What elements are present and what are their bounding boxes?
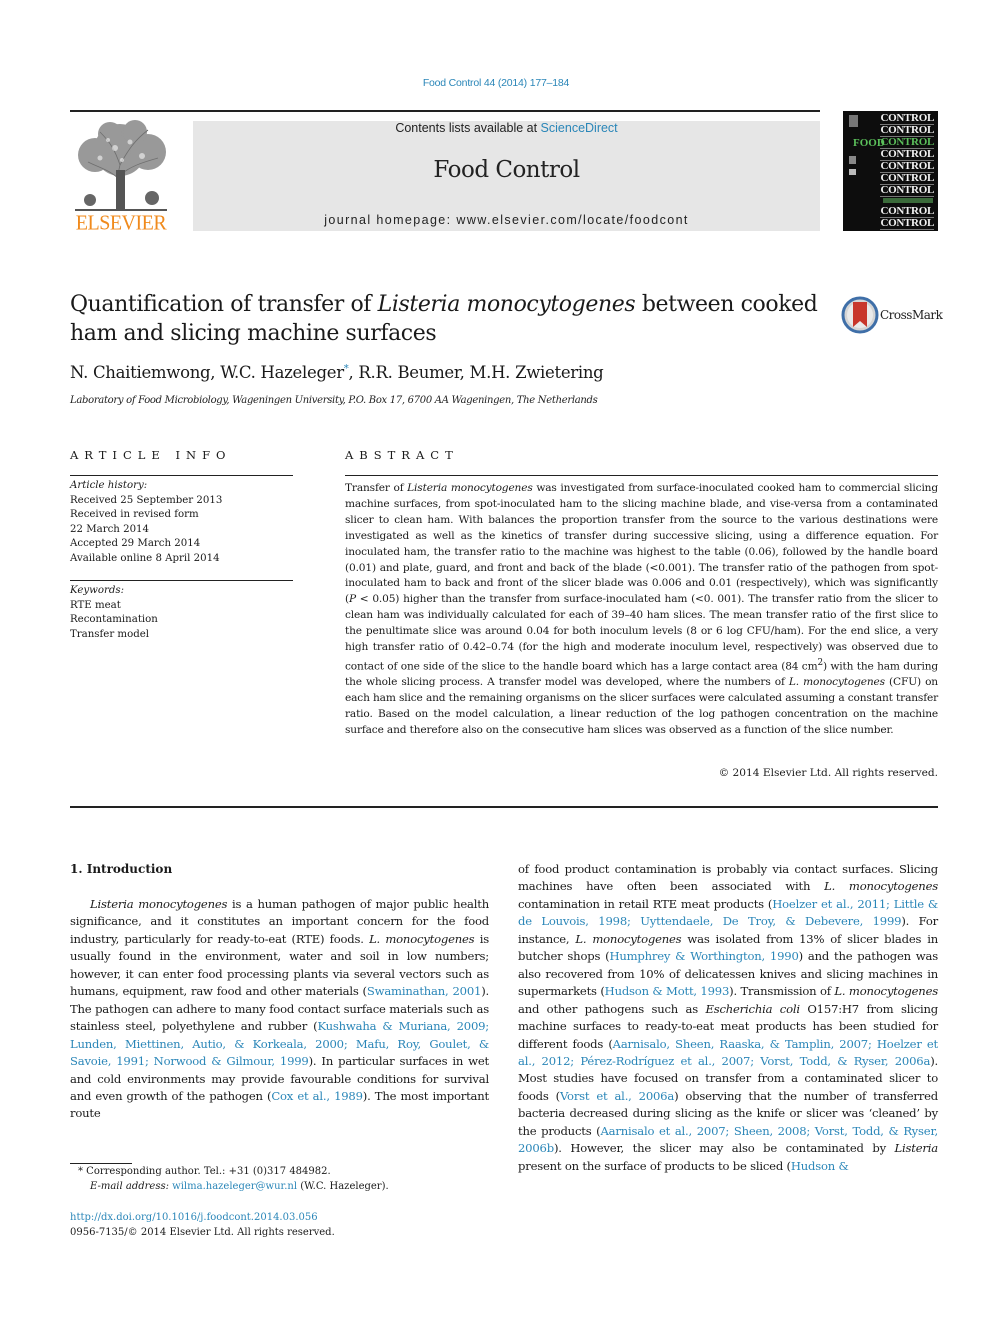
body-column-right: of food product contamination is probabl…	[518, 861, 938, 1175]
header-rule	[70, 110, 820, 112]
abstract-rule	[345, 475, 938, 476]
journal-name: Food Control	[433, 157, 580, 183]
journal-homepage: journal homepage: www.elsevier.com/locat…	[324, 213, 689, 227]
section-heading-introduction: 1. Introduction	[70, 862, 173, 876]
reference-link[interactable]: Hudson &	[791, 1159, 849, 1173]
reference-link[interactable]: Hudson & Mott, 1993	[605, 984, 730, 998]
species-name: L. monocytogenes	[575, 931, 682, 946]
reference-link[interactable]: Cox et al., 1989	[271, 1089, 363, 1103]
keyword: RTE meat	[70, 599, 121, 611]
reference-link[interactable]: Humphrey & Worthington, 1990	[609, 949, 798, 963]
footnote-text: Corresponding author. Tel.: +31 (0)317 4…	[83, 1166, 331, 1177]
title-italic: Listeria monocytogenes	[377, 292, 636, 317]
abstract-italic: P	[348, 593, 356, 606]
elsevier-wordmark: ELSEVIER	[75, 211, 167, 235]
body-text: present on the surface of products to be…	[518, 1158, 791, 1173]
reference-link[interactable]: Swaminathan, 2001	[367, 984, 482, 998]
abstract-body: Transfer of Listeria monocytogenes was i…	[345, 481, 938, 739]
sciencedirect-link[interactable]: ScienceDirect	[541, 121, 618, 135]
body-text-right: of food product contamination is probabl…	[518, 862, 938, 1173]
article-history: Article history: Received 25 September 2…	[70, 479, 222, 566]
contents-line: Contents lists available at ScienceDirec…	[193, 121, 820, 135]
cover-word: CONTROL	[880, 184, 934, 197]
doi-link[interactable]: http://dx.doi.org/10.1016/j.foodcont.201…	[70, 1212, 318, 1223]
keywords: Keywords: RTE meat Recontamination Trans…	[70, 584, 158, 642]
body-text: and other pathogens such as	[518, 1001, 706, 1016]
body-text: ). Transmission of	[729, 984, 835, 999]
keywords-label: Keywords:	[70, 585, 125, 596]
author-names: N. Chaitiemwong, W.C. Hazeleger	[70, 363, 344, 382]
cover-logo-icon	[849, 115, 858, 127]
corresponding-author-footnote: * Corresponding author. Tel.: +31 (0)317…	[78, 1166, 331, 1177]
species-name: Listeria monocytogenes	[90, 897, 228, 911]
journal-masthead: Contents lists available at ScienceDirec…	[193, 121, 820, 231]
contents-prefix: Contents lists available at	[395, 121, 541, 135]
issn-line: 0956-7135/© 2014 Elsevier Ltd. All right…	[70, 1227, 335, 1238]
body-text: contamination in retail RTE meat product…	[518, 896, 773, 911]
species-name: L. monocytogenes	[834, 984, 938, 999]
footnote-rule	[70, 1163, 132, 1164]
crossmark-label[interactable]: CrossMark	[880, 308, 943, 322]
history-item: Accepted 29 March 2014	[70, 538, 201, 549]
title-text: Quantification of transfer of	[70, 292, 378, 317]
journal-citation-link[interactable]: Food Control 44 (2014) 177–184	[0, 77, 992, 89]
article-info-heading: ARTICLE INFO	[70, 448, 232, 462]
reference-link[interactable]: Vorst et al., 2006a	[560, 1089, 674, 1103]
abstract-copyright: © 2014 Elsevier Ltd. All rights reserved…	[718, 767, 938, 779]
keyword: Transfer model	[70, 628, 150, 640]
cover-subtitle-bar	[883, 198, 933, 203]
abstract-italic: L. monocytogenes	[788, 676, 885, 689]
article-info-rule	[70, 475, 293, 476]
abstract-heading: ABSTRACT	[345, 448, 459, 462]
cover-thumb-icon	[849, 169, 856, 175]
email-label: E-mail address:	[90, 1181, 173, 1192]
article-title: Quantification of transfer of Listeria m…	[70, 290, 830, 348]
history-item: Received 25 September 2013	[70, 494, 223, 506]
species-name: Listeria	[894, 1141, 939, 1156]
body-column-left: Listeria monocytogenes is a human pathog…	[70, 896, 489, 1123]
species-name: L. monocytogenes	[369, 931, 475, 946]
journal-cover-image: CONTROL CONTROL FOOD CONTROL CONTROL CON…	[843, 111, 938, 231]
cover-thumb-icon	[849, 156, 856, 164]
species-name: Escherichia coli	[705, 1001, 800, 1016]
keyword: Recontamination	[70, 614, 158, 625]
email-footnote: E-mail address: wilma.hazeleger@wur.nl (…	[90, 1181, 389, 1192]
doi-line: http://dx.doi.org/10.1016/j.foodcont.201…	[70, 1212, 318, 1223]
body-text: ). However, the slicer may also be conta…	[553, 1141, 895, 1156]
abstract-text: was investigated from surface-inoculated…	[345, 482, 938, 606]
abstract-italic: Listeria monocytogenes	[407, 482, 533, 494]
author-list: N. Chaitiemwong, W.C. Hazeleger*, R.R. B…	[70, 363, 604, 382]
history-item: Received in revised form	[70, 509, 199, 520]
email-link[interactable]: wilma.hazeleger@wur.nl	[172, 1181, 297, 1192]
author-names: , R.R. Beumer, M.H. Zwietering	[348, 363, 604, 382]
article-history-label: Article history:	[70, 480, 148, 491]
abstract-text: Transfer of	[345, 482, 408, 494]
email-suffix: (W.C. Hazeleger).	[297, 1181, 389, 1192]
affiliation: Laboratory of Food Microbiology, Wagenin…	[70, 395, 598, 406]
body-separator-rule	[70, 806, 938, 808]
keywords-rule	[70, 580, 293, 581]
body-text-left: Listeria monocytogenes is a human pathog…	[70, 897, 489, 1120]
species-name: L. monocytogenes	[824, 879, 938, 894]
history-item: 22 March 2014	[70, 523, 150, 535]
history-item: Available online 8 April 2014	[70, 552, 220, 564]
cover-word: CONTROL	[880, 217, 934, 230]
